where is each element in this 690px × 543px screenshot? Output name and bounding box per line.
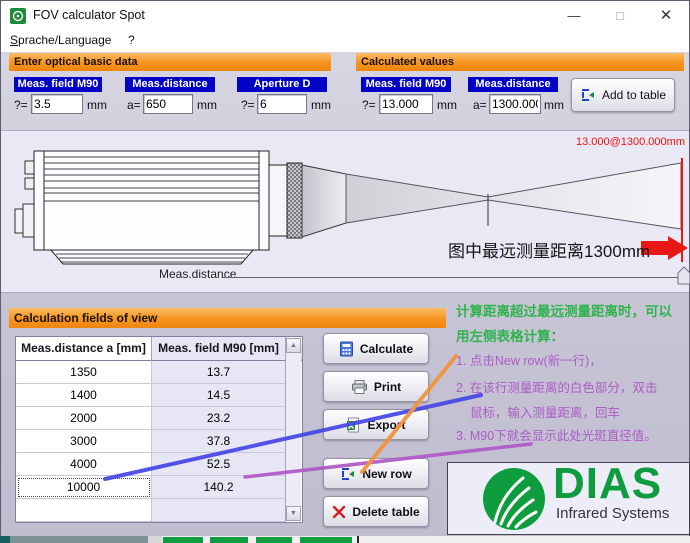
dias-logo: DIAS Infrared Systems — [447, 462, 690, 535]
delete-icon — [332, 505, 346, 519]
client-area: Enter optical basic data Calculated valu… — [1, 52, 689, 536]
cell-m90[interactable]: 23.2 — [152, 407, 286, 430]
table-row: 3000 37.8 — [16, 430, 302, 453]
title-bar: FOV calculator Spot — □ ✕ — [1, 1, 689, 30]
table-row: 1350 13.7 — [16, 361, 302, 384]
minimize-button[interactable]: — — [551, 1, 597, 30]
cell-m90[interactable] — [152, 499, 286, 522]
prefix-m90: ?= — [14, 98, 28, 112]
cell-distance[interactable]: 2000 — [16, 407, 152, 430]
distance-slider-thumb[interactable] — [677, 266, 690, 285]
calculation-fields-header: Calculation fields of view — [9, 308, 446, 328]
scroll-up-button[interactable]: ▲ — [286, 338, 301, 353]
meas-distance-label: Meas.distance — [159, 267, 236, 281]
label-meas-distance: Meas.distance — [125, 77, 215, 92]
cell-m90[interactable]: 13.7 — [152, 361, 286, 384]
aperture-input[interactable] — [257, 94, 307, 114]
label-aperture-d: Aperture D — [237, 77, 327, 92]
app-window: FOV calculator Spot — □ ✕ Sprache/Langua… — [0, 0, 690, 536]
print-button[interactable]: Print — [323, 371, 429, 402]
close-button[interactable]: ✕ — [643, 1, 689, 30]
label-calc-m90: Meas. field M90 — [361, 77, 451, 92]
table-row-selected: 10000 140.2 — [16, 476, 302, 499]
cell-distance[interactable]: 1350 — [16, 361, 152, 384]
window-title: FOV calculator Spot — [33, 8, 145, 22]
distance-slider-track[interactable] — [223, 277, 679, 278]
col-distance-header: Meas.distance a [mm] — [16, 337, 152, 361]
screen: FOV calculator Spot — □ ✕ Sprache/Langua… — [0, 0, 690, 543]
menu-bar: Sprache/Language ? — [1, 30, 689, 52]
note-step1: 1. 点击New row(新一行)， — [456, 350, 602, 369]
cell-m90[interactable]: 14.5 — [152, 384, 286, 407]
menu-language[interactable]: Sprache/Language — [10, 33, 111, 47]
excel-export-icon — [346, 417, 361, 433]
calculate-button[interactable]: Calculate — [323, 333, 429, 364]
calculated-values-header: Calculated values — [356, 53, 684, 71]
menu-help[interactable]: ? — [128, 33, 135, 47]
label-meas-field-m90: Meas. field M90 — [14, 77, 102, 92]
unit-calc-m90: mm — [437, 98, 457, 112]
dias-subtitle: Infrared Systems — [556, 505, 669, 522]
scroll-down-button[interactable]: ▼ — [286, 506, 301, 521]
calc-m90-input[interactable] — [379, 94, 433, 114]
prefix-aperture: ?= — [241, 98, 255, 112]
spot-size-label: 13.000@1300.000mm — [576, 136, 685, 148]
prefix-distance: a= — [127, 98, 141, 112]
cell-distance[interactable]: 1400 — [16, 384, 152, 407]
cell-m90[interactable]: 52.5 — [152, 453, 286, 476]
calculator-icon — [339, 341, 354, 357]
camera-beam-drawing — [1, 131, 689, 294]
label-calc-distance: Meas.distance — [468, 77, 558, 92]
note-step2b: 鼠标，输入测量距离，回车 — [470, 402, 620, 421]
fov-diagram: 13.000@1300.000mm 图中最远测量距离1300mm Meas.di… — [1, 130, 689, 293]
table-row: 2000 23.2 — [16, 407, 302, 430]
unit-distance: mm — [197, 98, 217, 112]
basic-data-header: Enter optical basic data — [9, 53, 331, 71]
printer-icon — [351, 379, 368, 395]
dias-logo-mark — [481, 466, 547, 532]
new-row-icon — [340, 466, 356, 482]
table-row-empty — [16, 499, 302, 522]
note-step3: 3. M90下就会显示此处光斑直径值。 — [456, 425, 657, 444]
delete-table-button[interactable]: Delete table — [323, 496, 429, 527]
col-m90-header: Meas. field M90 [mm] — [152, 337, 286, 361]
cn-max-distance-note: 图中最远测量距离1300mm — [448, 237, 650, 262]
dias-wordmark: DIAS — [553, 462, 662, 509]
table-row: 4000 52.5 — [16, 453, 302, 476]
new-row-button[interactable]: New row — [323, 458, 429, 489]
cell-distance[interactable]: 4000 — [16, 453, 152, 476]
cell-m90[interactable]: 37.8 — [152, 430, 286, 453]
unit-m90: mm — [87, 98, 107, 112]
note-green-line1: 计算距离超过最远测量距离时，可以 — [456, 300, 672, 320]
add-to-table-button[interactable]: Add to table — [571, 78, 675, 112]
unit-aperture: mm — [311, 98, 331, 112]
prefix-calc-distance: a= — [473, 98, 487, 112]
fov-table: Meas.distance a [mm] Meas. field M90 [mm… — [15, 336, 303, 523]
export-button[interactable]: Export — [323, 409, 429, 440]
background-window-strip — [0, 536, 690, 543]
note-step2: 2. 在该行测量距离的白色部分，双击 — [456, 377, 657, 396]
cell-distance-selected[interactable]: 10000 — [16, 476, 152, 499]
cell-m90[interactable]: 140.2 — [152, 476, 286, 499]
m90-input[interactable] — [31, 94, 83, 114]
table-header-row: Meas.distance a [mm] Meas. field M90 [mm… — [16, 337, 302, 361]
table-row: 1400 14.5 — [16, 384, 302, 407]
maximize-button[interactable]: □ — [597, 1, 643, 30]
add-to-table-icon — [580, 87, 596, 103]
calc-distance-input[interactable] — [489, 94, 541, 114]
note-green-line2: 用左侧表格计算： — [456, 325, 564, 345]
cell-distance[interactable] — [16, 499, 152, 522]
cell-distance[interactable]: 3000 — [16, 430, 152, 453]
app-icon — [10, 8, 26, 24]
prefix-calc-m90: ?= — [362, 98, 376, 112]
unit-calc-distance: mm — [544, 98, 564, 112]
table-scrollbar[interactable]: ▲ ▼ — [285, 338, 301, 521]
distance-input[interactable] — [143, 94, 193, 114]
